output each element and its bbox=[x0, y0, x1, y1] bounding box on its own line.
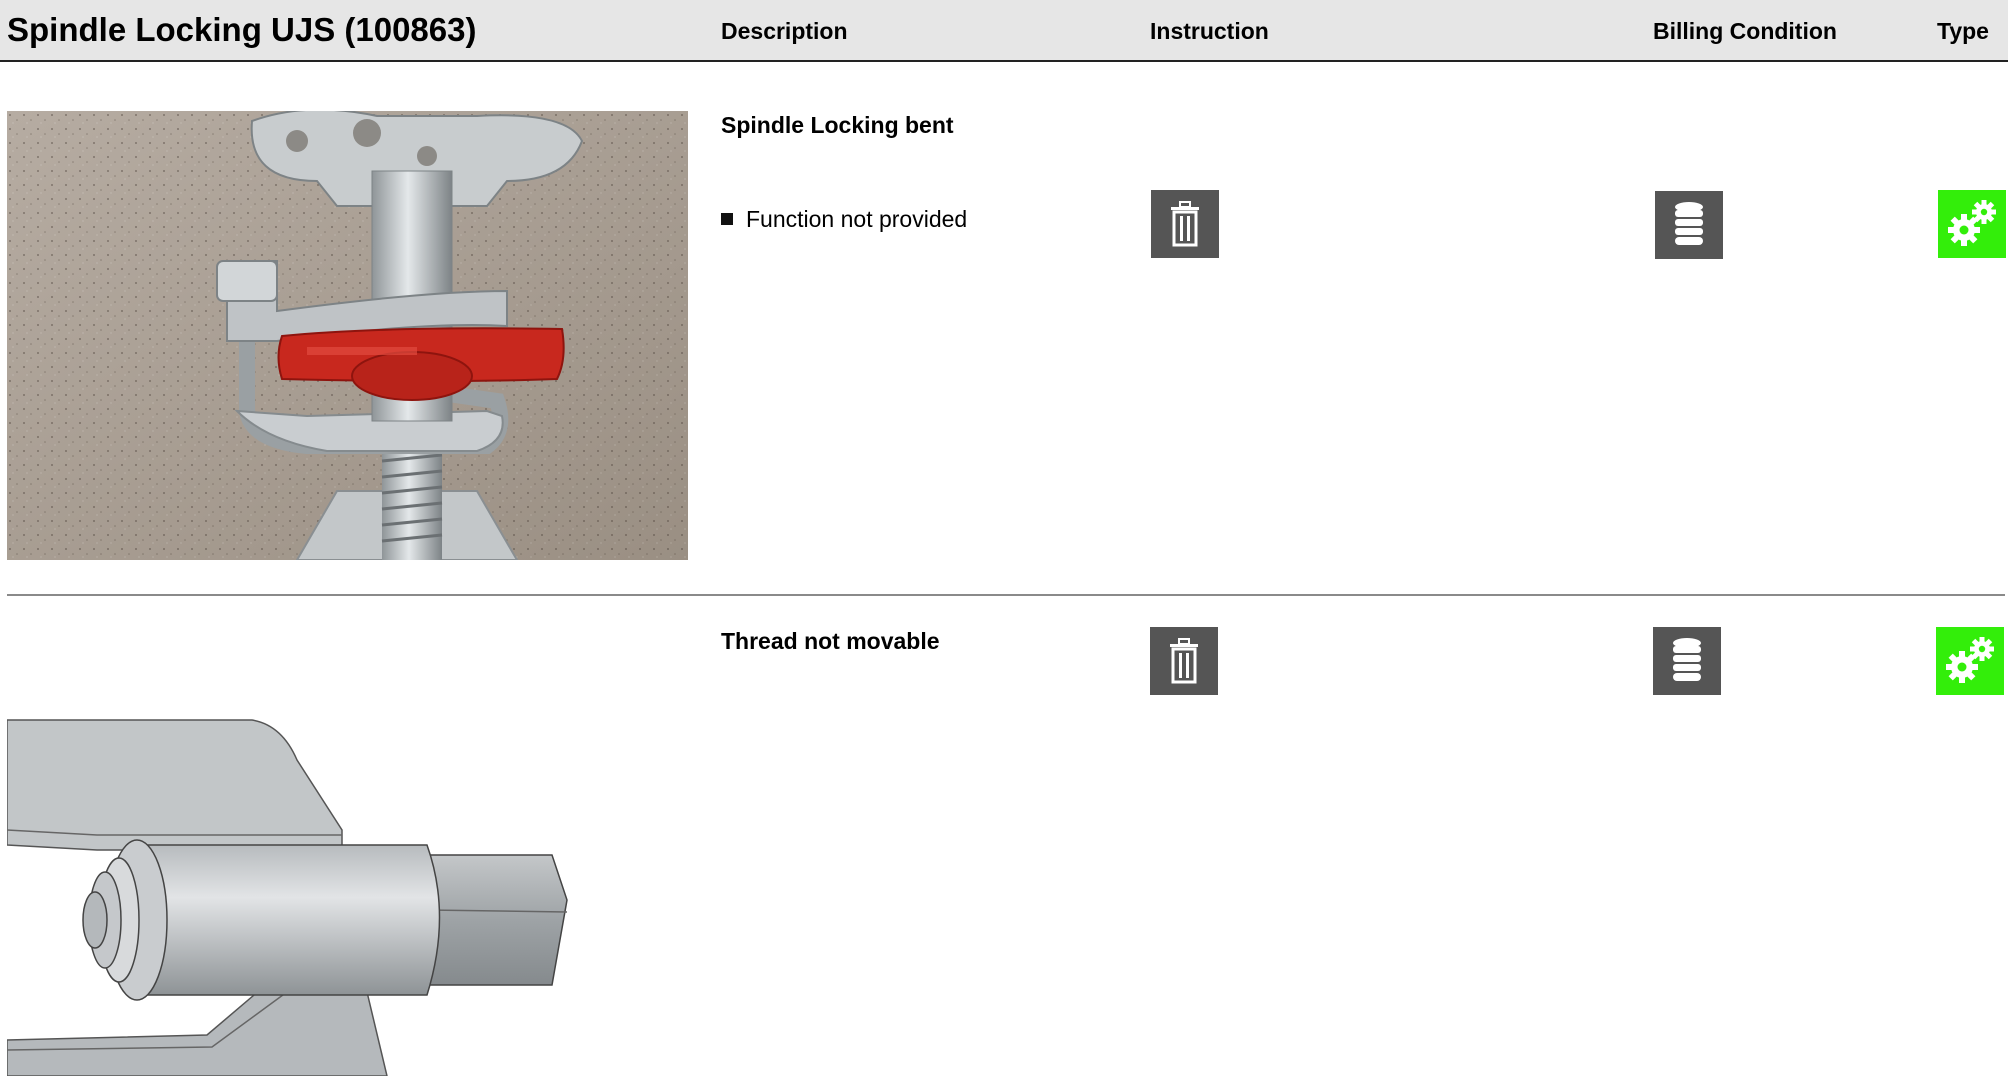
page-title: Spindle Locking UJS (100863) bbox=[7, 11, 477, 48]
trash-icon[interactable] bbox=[1151, 190, 1219, 258]
column-header-instruction: Instruction bbox=[1150, 18, 1269, 44]
gears-icon[interactable] bbox=[1936, 627, 2004, 695]
column-header-type: Type bbox=[1937, 18, 1989, 44]
column-header-billing-condition: Billing Condition bbox=[1653, 18, 1837, 44]
coin-stack-icon[interactable] bbox=[1653, 627, 1721, 695]
spindle-locking-photo bbox=[7, 111, 688, 560]
row-divider bbox=[7, 594, 2005, 596]
bullet-square-icon bbox=[721, 213, 733, 225]
gears-icon[interactable] bbox=[1938, 190, 2006, 258]
list-item-text: Function not provided bbox=[746, 206, 968, 232]
table-header: Spindle Locking UJS (100863) Description… bbox=[0, 0, 2008, 62]
list-item: Function not provided bbox=[721, 205, 967, 233]
coin-stack-icon[interactable] bbox=[1655, 191, 1723, 259]
column-header-description: Description bbox=[721, 18, 848, 44]
trash-icon[interactable] bbox=[1150, 627, 1218, 695]
row-title: Spindle Locking bent bbox=[721, 112, 954, 138]
thread-cad-render bbox=[7, 650, 688, 1076]
row-title: Thread not movable bbox=[721, 628, 940, 654]
